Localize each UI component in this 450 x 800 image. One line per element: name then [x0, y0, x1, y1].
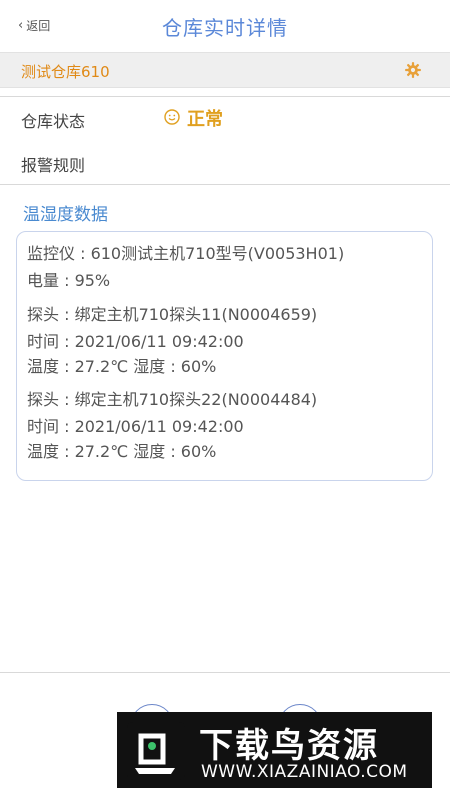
sensor-data-card: 监控仪 : 610测试主机710型号(V0053H01) 电量 : 95% 探头…: [16, 231, 433, 481]
watermark-title: 下载鸟资源: [199, 726, 379, 766]
status-label: 仓库状态: [21, 112, 86, 131]
alarm-rules-label: 报警规则: [21, 156, 86, 175]
watermark-banner: 下载鸟资源 WWW.XIAZAINIAO.COM: [117, 712, 432, 788]
bird-logo-icon: [127, 722, 185, 780]
probe-name: 探头 : 绑定主机710探头22(N0004484): [27, 390, 318, 409]
alarm-rules-row[interactable]: 报警规则: [0, 140, 450, 185]
warehouse-bar: 测试仓库610: [0, 52, 450, 88]
probe-temp-humidity: 温度 : 27.2℃ 湿度 : 60%: [27, 357, 217, 376]
app-header: ‹ 返回 仓库实时详情: [0, 0, 450, 52]
footer-divider: [0, 672, 450, 673]
smile-icon: [164, 109, 180, 125]
probe-time: 时间 : 2021/06/11 09:42:00: [27, 417, 244, 436]
probe-temp-humidity: 温度 : 27.2℃ 湿度 : 60%: [27, 442, 217, 461]
probe-time: 时间 : 2021/06/11 09:42:00: [27, 332, 244, 351]
battery-line: 电量 : 95%: [27, 271, 111, 290]
gear-icon[interactable]: [404, 61, 422, 79]
monitor-line: 监控仪 : 610测试主机710型号(V0053H01): [27, 244, 345, 263]
warehouse-name: 测试仓库610: [21, 63, 110, 81]
section-title: 温湿度数据: [23, 205, 108, 225]
watermark-url: WWW.XIAZAINIAO.COM: [201, 762, 408, 782]
probe-name: 探头 : 绑定主机710探头11(N0004659): [27, 305, 318, 324]
status-value: 正常: [187, 109, 223, 130]
warehouse-status-row: 仓库状态 正常: [0, 96, 450, 141]
page-title: 仓库实时详情: [162, 16, 288, 40]
